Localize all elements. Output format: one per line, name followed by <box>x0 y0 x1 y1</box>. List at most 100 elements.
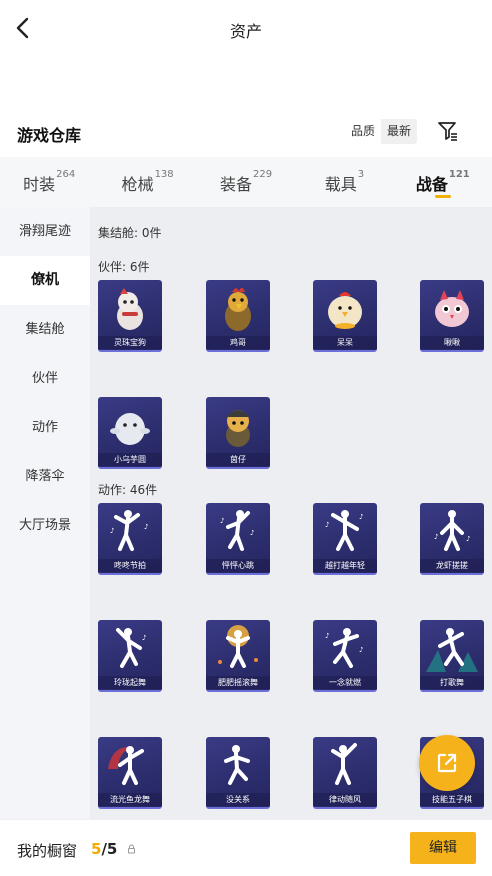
item-name: 小乌芋圆 <box>98 453 162 466</box>
side-item-glide-trail[interactable]: 滑翔尾迹 <box>0 207 90 256</box>
section-title: 游戏仓库 <box>17 126 82 145</box>
tab-label: 时装 <box>23 175 56 194</box>
partner-rooster-icon <box>225 287 251 331</box>
dancer-icon <box>331 743 357 785</box>
svg-text:♪: ♪ <box>359 646 363 654</box>
emote-item[interactable]: ♪ ♪ 一念就燃 <box>313 620 377 692</box>
partner-item[interactable]: 鸡哥 <box>206 280 270 352</box>
item-name: 灵珠宝狗 <box>98 336 162 349</box>
share-button[interactable] <box>419 735 475 791</box>
tab-label: 战备 <box>415 175 448 194</box>
side-item-parachute[interactable]: 降落伞 <box>0 452 90 501</box>
showcase-used: 5 <box>91 840 102 858</box>
partner-chick-icon <box>328 292 362 329</box>
svg-text:♪: ♪ <box>359 513 363 521</box>
emote-item[interactable]: 肥肥摇滚舞 <box>206 620 270 692</box>
item-name: 律动随风 <box>313 793 377 806</box>
emote-item[interactable]: ♪ 玲珑起舞 <box>98 620 162 692</box>
emote-item[interactable]: 流光鱼龙舞 <box>98 737 162 809</box>
side-item-wingman[interactable]: 僚机 <box>0 256 90 305</box>
item-name: 龙虾搓搓 <box>420 559 484 572</box>
svg-text:♪: ♪ <box>434 533 438 541</box>
item-grid: 集结舱: 0件 伙伴: 6件 灵珠宝狗 鸡哥 呆呆 啾啾 小乌芋圆 茵仔 动作:… <box>90 207 492 819</box>
emote-item[interactable]: ♪ ♪ 咚咚节拍 <box>98 503 162 575</box>
item-name: 啾啾 <box>420 336 484 349</box>
tab-count: 121 <box>448 169 470 180</box>
svg-text:♪: ♪ <box>325 521 329 529</box>
group-label-partner: 伙伴: 6件 <box>98 260 150 274</box>
tab-vehicles[interactable]: 载具3 <box>295 157 393 207</box>
item-name: 怦怦心跳 <box>206 559 270 572</box>
partner-item[interactable]: 灵珠宝狗 <box>98 280 162 352</box>
partner-soldier-icon <box>226 410 250 447</box>
tab-weapons[interactable]: 枪械138 <box>98 157 196 207</box>
svg-text:♪: ♪ <box>250 529 254 537</box>
sort-newest-button[interactable]: 最新 <box>381 119 418 144</box>
page-title: 资产 <box>229 22 262 41</box>
partner-item[interactable]: 茵仔 <box>206 397 270 469</box>
side-item-lobby-scene[interactable]: 大厅场景 <box>0 501 90 550</box>
tab-equipment[interactable]: 装备229 <box>197 157 295 207</box>
category-tabs: 时装264 枪械138 装备229 载具3 战备121 <box>0 157 492 207</box>
tab-count: 229 <box>252 169 273 180</box>
showcase-count: 5/5 <box>91 840 117 858</box>
tab-battle-prep[interactable]: 战备121 <box>394 157 492 207</box>
dancer-icon <box>224 745 250 785</box>
emote-item[interactable]: ♪ ♪ 越打越年轻 <box>313 503 377 575</box>
group-label-capsule: 集结舱: 0件 <box>98 226 162 240</box>
emote-item[interactable]: 没关系 <box>206 737 270 809</box>
emote-item[interactable]: ♪ ♪ 怦怦心跳 <box>206 503 270 575</box>
partner-dog-icon <box>117 288 143 330</box>
dancer-icon <box>108 746 144 785</box>
item-name: 鸡哥 <box>206 336 270 349</box>
dancer-icon: ♪♪ <box>325 628 363 668</box>
item-name: 玲珑起舞 <box>98 676 162 689</box>
svg-text:♪: ♪ <box>325 632 329 640</box>
svg-text:♪: ♪ <box>110 527 114 535</box>
dancer-icon: ♪ <box>116 628 146 668</box>
item-name: 呆呆 <box>313 336 377 349</box>
sort-quality-button[interactable]: 品质 <box>345 119 382 144</box>
partner-bird-icon <box>435 290 469 327</box>
edit-button[interactable]: 编辑 <box>410 832 476 864</box>
item-name: 肥肥摇滚舞 <box>206 676 270 689</box>
svg-text:♪: ♪ <box>142 634 146 642</box>
tab-fashion[interactable]: 时装264 <box>0 157 98 207</box>
tab-label: 枪械 <box>121 175 154 194</box>
bottom-bar: 我的橱窗 5/5 编辑 <box>0 819 492 876</box>
svg-text:♪: ♪ <box>220 517 224 525</box>
item-name: 咚咚节拍 <box>98 559 162 572</box>
showcase-total: 5 <box>106 840 118 858</box>
svg-text:♪: ♪ <box>144 523 148 531</box>
svg-text:♪: ♪ <box>466 535 470 543</box>
side-item-emote[interactable]: 动作 <box>0 403 90 452</box>
item-name: 技能五子棋 <box>420 793 484 806</box>
sort-toggle: 品质 最新 <box>345 119 418 144</box>
external-link-icon <box>437 753 457 773</box>
dancer-icon: ♪♪ <box>220 510 254 551</box>
tab-count: 138 <box>154 169 174 180</box>
lock-icon <box>128 844 135 854</box>
emote-item[interactable]: 律动随风 <box>313 737 377 809</box>
showcase-label: 我的橱窗 <box>17 842 78 860</box>
emote-item[interactable]: 打歌舞 <box>420 620 484 692</box>
partner-item[interactable]: 啾啾 <box>420 280 484 352</box>
item-name: 茵仔 <box>206 453 270 466</box>
item-name: 越打越年轻 <box>313 559 377 572</box>
header: 资产 <box>0 0 492 60</box>
tab-label: 载具 <box>324 175 357 194</box>
side-item-capsule[interactable]: 集结舱 <box>0 305 90 354</box>
partner-ghost-icon <box>110 413 150 445</box>
tab-label: 装备 <box>219 175 252 194</box>
tab-count: 3 <box>357 169 365 180</box>
dancer-icon: ♪♪ <box>434 510 470 551</box>
dancer-icon <box>218 625 258 668</box>
partner-item[interactable]: 小乌芋圆 <box>98 397 162 469</box>
group-label-emote: 动作: 46件 <box>98 483 158 497</box>
partner-item[interactable]: 呆呆 <box>313 280 377 352</box>
side-item-partner[interactable]: 伙伴 <box>0 354 90 403</box>
dancer-icon: ♪♪ <box>110 510 148 551</box>
filter-icon[interactable] <box>437 120 459 142</box>
tab-count: 264 <box>56 169 76 180</box>
emote-item[interactable]: ♪ ♪ 龙虾搓搓 <box>420 503 484 575</box>
